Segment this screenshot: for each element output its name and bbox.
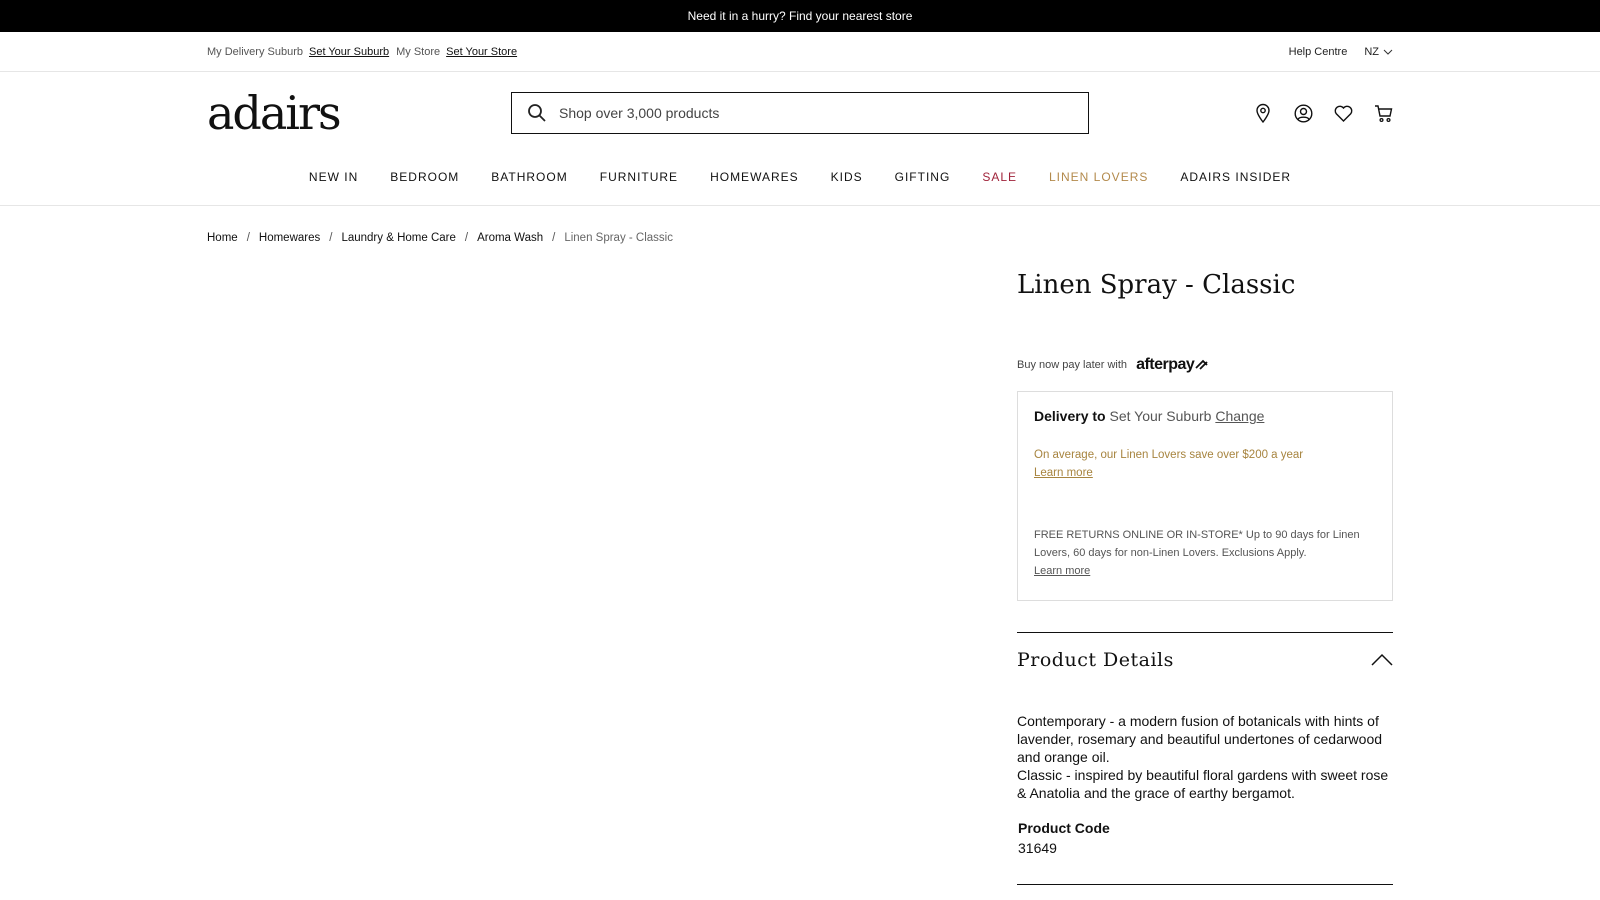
- afterpay-arrows-icon: [1195, 359, 1208, 370]
- search-icon: [528, 104, 546, 122]
- cart-icon[interactable]: [1372, 102, 1394, 124]
- utility-left: My Delivery Suburb Set Your Suburb My St…: [207, 32, 524, 72]
- product-description-line: Classic - inspired by beautiful floral g…: [1017, 767, 1389, 801]
- country-code: NZ: [1364, 46, 1379, 58]
- delivery-box: Delivery to Set Your Suburb Change On av…: [1017, 391, 1393, 601]
- nav-item-bedroom[interactable]: BEDROOM: [390, 170, 459, 184]
- nav-item-kids[interactable]: KIDS: [831, 170, 863, 184]
- nav-item-bathroom[interactable]: BATHROOM: [491, 170, 567, 184]
- nav-item-furniture[interactable]: FURNITURE: [600, 170, 678, 184]
- breadcrumb-current: Linen Spray - Classic: [564, 232, 673, 244]
- product-description: Contemporary - a modern fusion of botani…: [1017, 712, 1393, 802]
- promo-bar[interactable]: Need it in a hurry? Find your nearest st…: [0, 0, 1600, 32]
- breadcrumb-separator: /: [464, 232, 469, 244]
- linen-lovers-learn-more-link[interactable]: Learn more: [1034, 464, 1376, 482]
- returns-text: FREE RETURNS ONLINE OR IN-STORE* Up to 9…: [1034, 529, 1360, 559]
- search-bar[interactable]: [511, 92, 1089, 134]
- product-code-label: Product Code: [1018, 820, 1110, 836]
- nav-item-gifting[interactable]: GIFTING: [895, 170, 951, 184]
- location-pin-icon[interactable]: [1252, 102, 1274, 124]
- product-code: 31649: [1018, 840, 1057, 856]
- product-details-heading: Product Details: [1017, 648, 1174, 671]
- breadcrumb-laundry-home-care[interactable]: Laundry & Home Care: [341, 232, 455, 244]
- nav-item-homewares[interactable]: HOMEWARES: [710, 170, 799, 184]
- header-icons: [1252, 102, 1412, 124]
- delivery-row: Delivery to Set Your Suburb Change: [1034, 408, 1376, 424]
- afterpay-row: Buy now pay later with afterpay: [1017, 356, 1210, 374]
- help-centre-link[interactable]: Help Centre: [1289, 46, 1348, 58]
- delivery-to-label: Delivery to: [1034, 408, 1106, 424]
- utility-bar: My Delivery Suburb Set Your Suburb My St…: [0, 32, 1600, 72]
- wishlist-heart-icon[interactable]: [1332, 102, 1354, 124]
- breadcrumb-home[interactable]: Home: [207, 232, 238, 244]
- linen-lovers-promo: On average, our Linen Lovers save over $…: [1034, 446, 1376, 482]
- my-store-label: My Store: [396, 46, 441, 58]
- returns-learn-more-link[interactable]: Learn more: [1034, 562, 1376, 580]
- account-icon[interactable]: [1292, 102, 1314, 124]
- nav-item-sale[interactable]: SALE: [982, 170, 1017, 184]
- afterpay-label: Buy now pay later with: [1017, 359, 1128, 371]
- divider: [1017, 884, 1393, 885]
- chevron-down-icon: [1383, 49, 1393, 55]
- product-details-accordion[interactable]: Product Details: [1017, 632, 1393, 686]
- delivery-suburb: Set Your Suburb: [1109, 408, 1212, 424]
- nav-item-new-in[interactable]: NEW IN: [309, 170, 358, 184]
- chevron-up-icon[interactable]: [1371, 653, 1393, 666]
- afterpay-logo[interactable]: afterpay: [1136, 356, 1210, 374]
- country-selector[interactable]: NZ: [1364, 46, 1393, 58]
- change-suburb-link[interactable]: Change: [1215, 408, 1264, 424]
- breadcrumb-separator: /: [329, 232, 333, 244]
- breadcrumb: Home / Homewares / Laundry & Home Care /…: [207, 232, 673, 244]
- breadcrumb-separator: /: [552, 232, 556, 244]
- promo-text[interactable]: Need it in a hurry? Find your nearest st…: [688, 9, 913, 23]
- afterpay-brand: afterpay: [1136, 356, 1195, 373]
- returns-info: FREE RETURNS ONLINE OR IN-STORE* Up to 9…: [1034, 526, 1376, 580]
- utility-right: Help Centre NZ: [1289, 32, 1393, 72]
- linen-lovers-save-text: On average, our Linen Lovers save over $…: [1034, 449, 1304, 461]
- nav-item-linen-lovers[interactable]: LINEN LOVERS: [1049, 170, 1148, 184]
- search-input[interactable]: [559, 105, 1039, 121]
- nav-item-adairs-insider[interactable]: ADAIRS INSIDER: [1180, 170, 1291, 184]
- breadcrumb-aroma-wash[interactable]: Aroma Wash: [477, 232, 543, 244]
- breadcrumb-separator: /: [246, 232, 250, 244]
- product-title: Linen Spray - Classic: [1017, 270, 1296, 300]
- set-suburb-link[interactable]: Set Your Suburb: [309, 46, 389, 58]
- set-store-link[interactable]: Set Your Store: [446, 46, 517, 58]
- delivery-suburb-label: My Delivery Suburb: [207, 46, 303, 58]
- site-logo[interactable]: adairs: [207, 88, 342, 138]
- product-description-line: Contemporary - a modern fusion of botani…: [1017, 713, 1383, 765]
- breadcrumb-homewares[interactable]: Homewares: [259, 232, 320, 244]
- main-nav: NEW IN BEDROOM BATHROOM FURNITURE HOMEWA…: [0, 158, 1600, 206]
